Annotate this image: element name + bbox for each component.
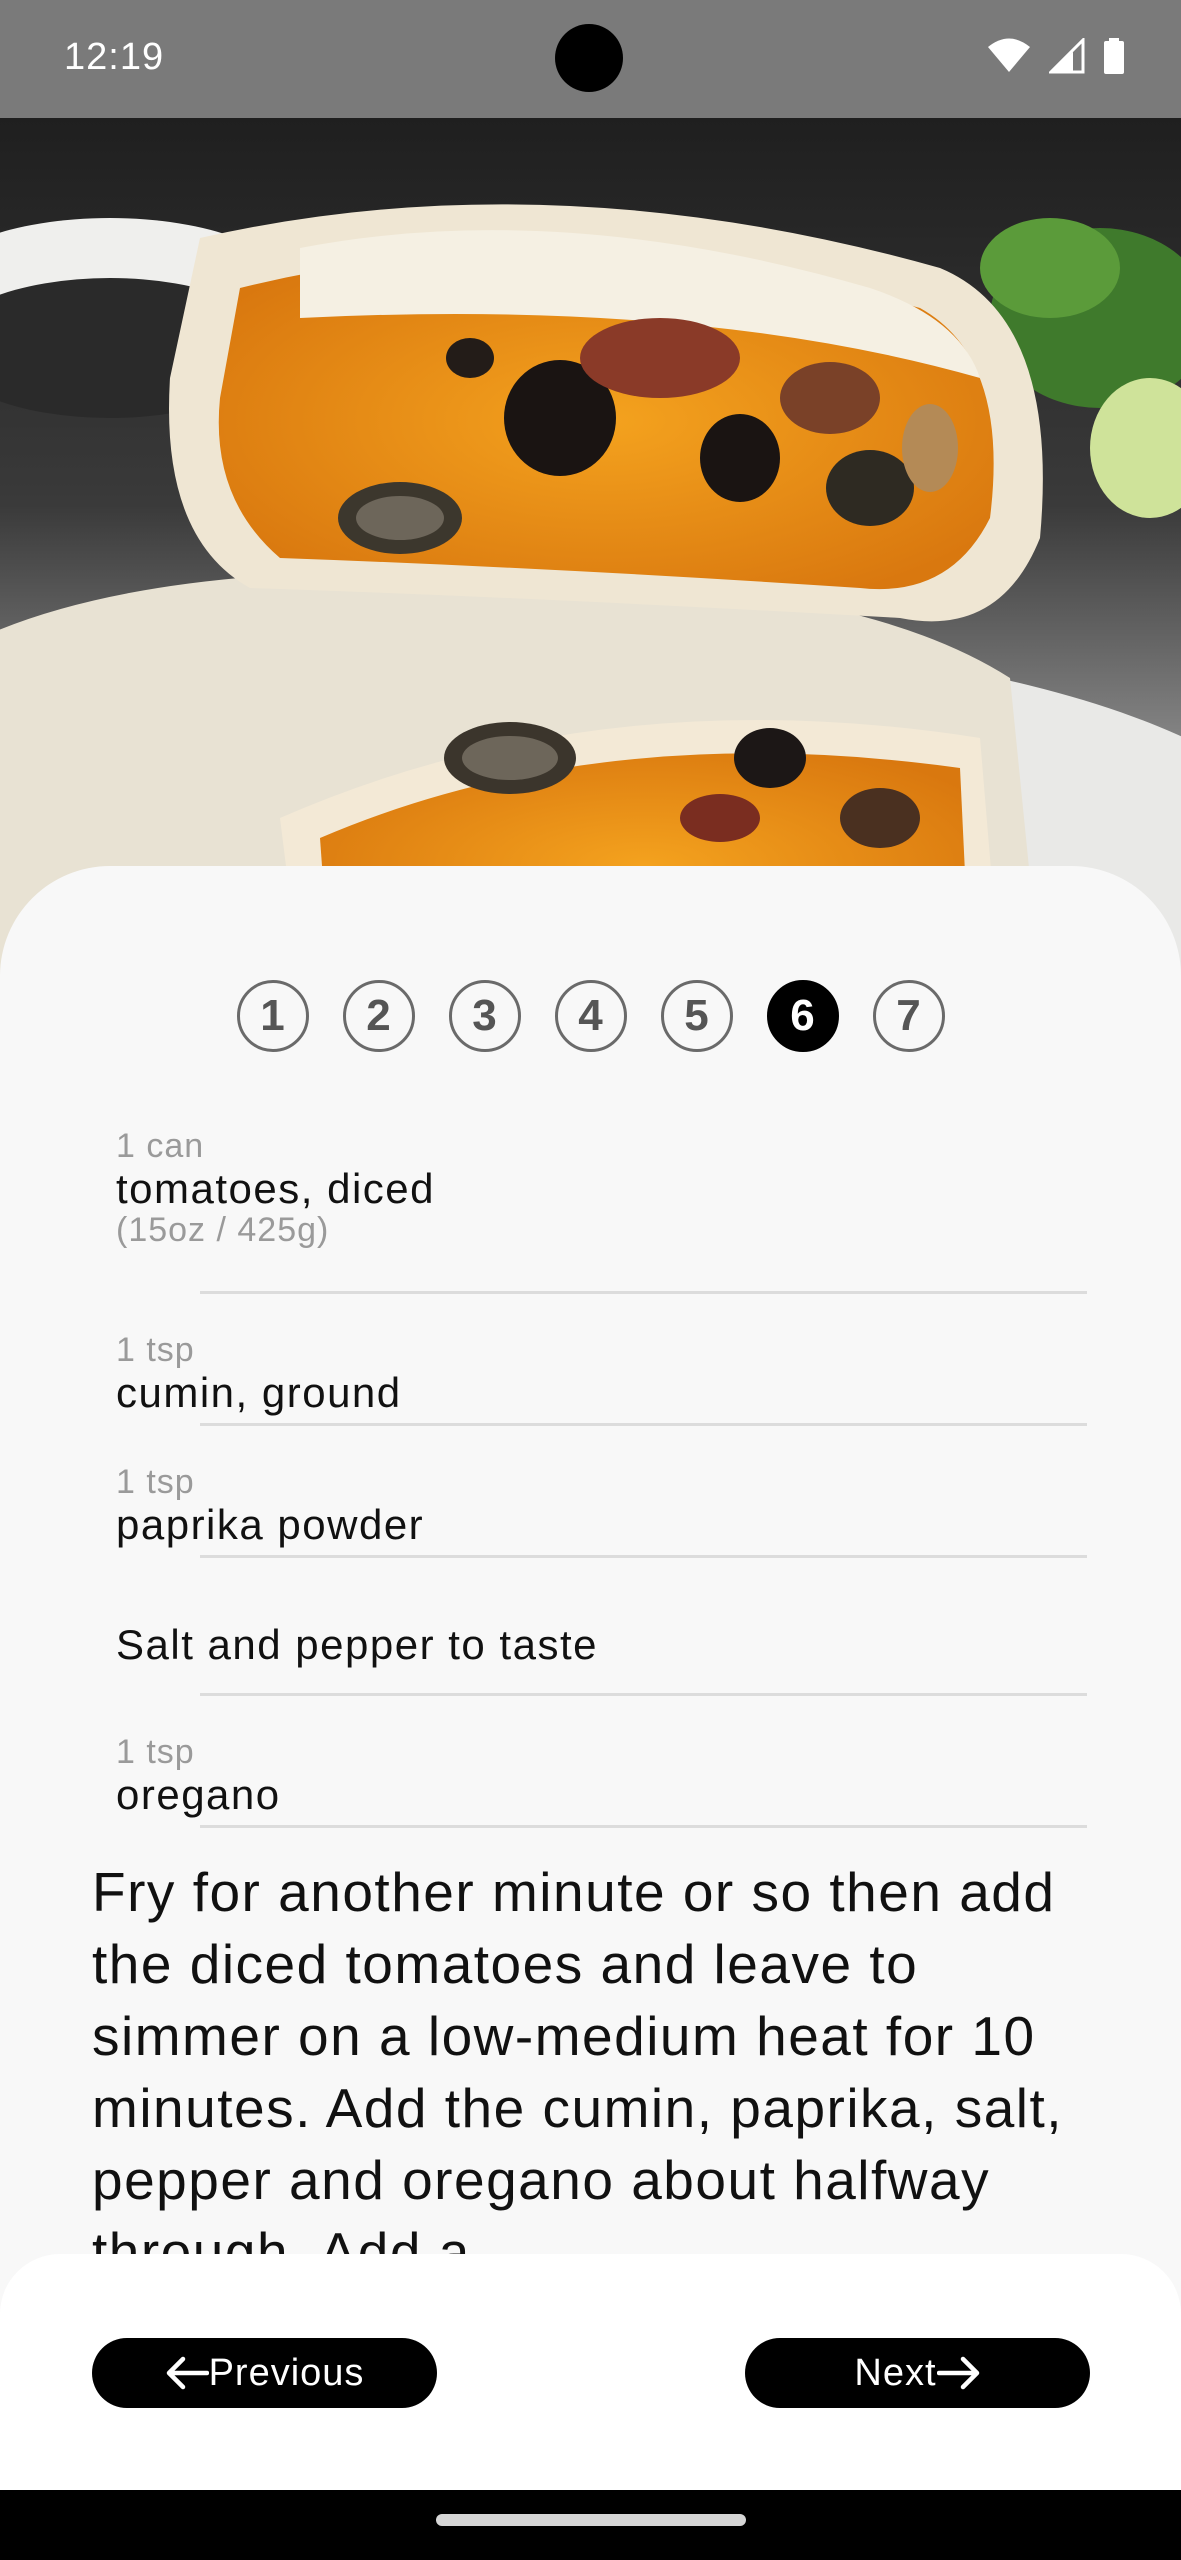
ingredient-quantity: 1 tsp — [116, 1463, 195, 1501]
battery-icon — [1103, 38, 1125, 74]
step-1-button[interactable]: 1 — [236, 980, 309, 1052]
divider — [200, 1825, 1087, 1828]
step-navigation-bar: Previous Next — [0, 2254, 1181, 2490]
step-4-button[interactable]: 4 — [554, 980, 627, 1052]
step-6-button[interactable]: 6 — [766, 980, 839, 1052]
ingredient-name: cumin, ground — [116, 1369, 402, 1416]
next-button-label: Next — [854, 2351, 937, 2394]
step-instructions: Fry for another minute or so then add th… — [92, 1861, 1064, 2283]
arrow-right-icon — [936, 2356, 981, 2390]
ingredient-item: 1 tsp paprika powder — [0, 1426, 1181, 1558]
previous-button-label: Previous — [208, 2351, 365, 2394]
step-7-button[interactable]: 7 — [872, 980, 945, 1052]
ingredient-name: tomatoes, diced — [116, 1165, 436, 1212]
step-5-button[interactable]: 5 — [660, 980, 733, 1052]
ingredient-name: Salt and pepper to taste — [116, 1621, 598, 1668]
cell-signal-icon — [1049, 38, 1085, 74]
home-gesture-handle[interactable] — [436, 2514, 746, 2526]
system-gesture-bar — [0, 2490, 1181, 2560]
previous-button[interactable]: Previous — [92, 2338, 437, 2408]
step-3-button[interactable]: 3 — [448, 980, 521, 1052]
next-button[interactable]: Next — [745, 2338, 1090, 2408]
burrito-photo — [0, 118, 1181, 978]
ingredient-quantity: 1 can — [116, 1127, 205, 1165]
status-time: 12:19 — [64, 36, 165, 78]
wifi-icon — [987, 38, 1031, 74]
ingredient-quantity: 1 tsp — [116, 1733, 195, 1771]
ingredient-name: oregano — [116, 1771, 281, 1818]
camera-cutout — [555, 24, 623, 92]
status-icons — [987, 38, 1125, 74]
recipe-hero-image — [0, 118, 1181, 978]
ingredient-item: 1 can tomatoes, diced (15oz / 425g) — [0, 1126, 1181, 1294]
ingredient-note: (15oz / 425g) — [116, 1211, 330, 1249]
arrow-left-icon — [165, 2356, 209, 2390]
step-indicator: 1 2 3 4 5 6 7 — [0, 980, 1181, 1052]
ingredient-item: Salt and pepper to taste — [0, 1558, 1181, 1696]
ingredient-quantity: 1 tsp — [116, 1331, 195, 1369]
ingredient-item: 1 tsp oregano — [0, 1696, 1181, 1828]
ingredient-list: 1 can tomatoes, diced (15oz / 425g) 1 ts… — [0, 1126, 1181, 1828]
ingredient-name: paprika powder — [116, 1501, 425, 1548]
step-2-button[interactable]: 2 — [342, 980, 415, 1052]
status-bar: 12:19 — [0, 0, 1181, 118]
ingredient-item: 1 tsp cumin, ground — [0, 1294, 1181, 1426]
